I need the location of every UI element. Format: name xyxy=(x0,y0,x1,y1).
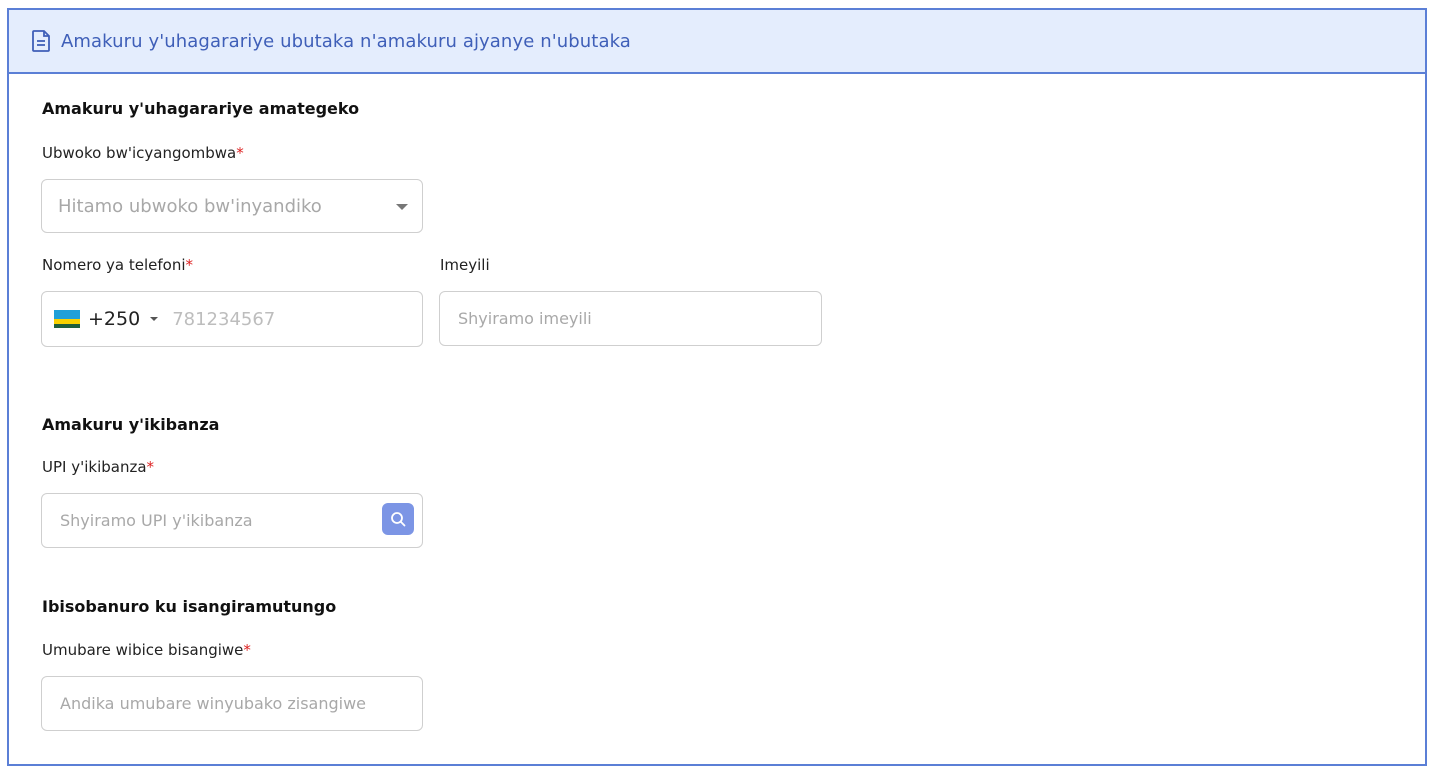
rwanda-flag-icon xyxy=(54,310,80,328)
section-title-co-ownership: Ibisobanuro ku isangiramutungo xyxy=(42,597,337,616)
section-title-legal-rep: Amakuru y'uhagarariye amategeko xyxy=(42,99,360,118)
email-placeholder: Shyiramo imeyili xyxy=(458,309,592,328)
shared-units-label: Umubare wibice bisangiwe* xyxy=(42,641,251,659)
phone-placeholder: 781234567 xyxy=(172,308,276,330)
upi-label: UPI y'ikibanza* xyxy=(42,458,155,476)
email-label: Imeyili xyxy=(440,256,490,274)
doc-type-select[interactable]: Hitamo ubwoko bw'inyandiko xyxy=(41,179,423,233)
card-header: Amakuru y'uhagarariye ubutaka n'amakuru … xyxy=(9,10,1425,74)
caret-down-icon xyxy=(150,317,159,321)
upi-placeholder: Shyiramo UPI y'ikibanza xyxy=(60,511,253,530)
shared-units-input[interactable]: Andika umubare winyubako zisangiwe xyxy=(41,676,423,731)
chevron-down-icon xyxy=(396,204,408,210)
doc-type-label: Ubwoko bw'icyangombwa* xyxy=(42,144,244,162)
search-button[interactable] xyxy=(382,503,414,535)
required-mark: * xyxy=(146,458,155,476)
country-code: +250 xyxy=(88,308,141,330)
required-mark: * xyxy=(185,256,194,274)
email-input[interactable]: Shyiramo imeyili xyxy=(439,291,822,346)
required-mark: * xyxy=(236,144,244,162)
document-icon xyxy=(31,30,51,52)
search-icon xyxy=(391,512,406,527)
doc-type-placeholder: Hitamo ubwoko bw'inyandiko xyxy=(58,195,322,217)
card-title: Amakuru y'uhagarariye ubutaka n'amakuru … xyxy=(61,30,631,52)
country-code-select[interactable]: +250 xyxy=(54,308,159,330)
section-title-plot: Amakuru y'ikibanza xyxy=(42,415,220,434)
phone-label: Nomero ya telefoni* xyxy=(42,256,193,274)
upi-input[interactable]: Shyiramo UPI y'ikibanza xyxy=(41,493,423,548)
shared-units-placeholder: Andika umubare winyubako zisangiwe xyxy=(60,694,367,713)
required-mark: * xyxy=(243,641,251,659)
phone-input[interactable]: +250 781234567 xyxy=(41,291,423,347)
